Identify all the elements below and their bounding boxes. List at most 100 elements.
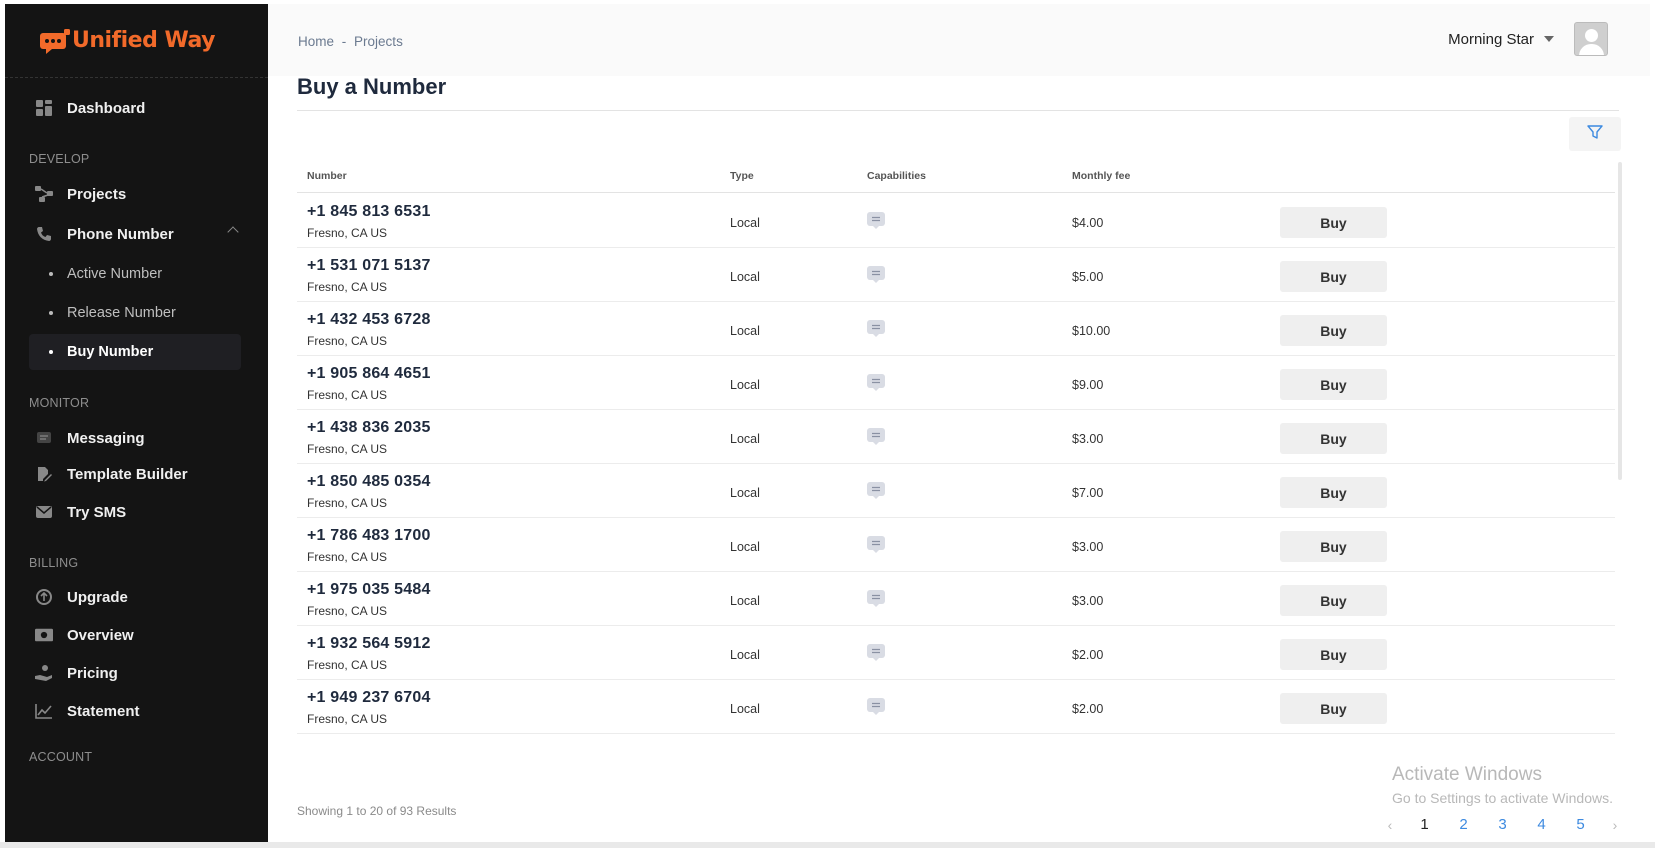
phone-location: Fresno, CA US (307, 442, 388, 456)
pagination: ‹ 12345 › (1375, 816, 1630, 833)
monthly-fee: $3.00 (1072, 432, 1104, 446)
sidebar-item-buy-number[interactable]: Buy Number (29, 334, 241, 370)
monthly-fee: $7.00 (1072, 486, 1104, 500)
phone-location: Fresno, CA US (307, 388, 388, 402)
numbers-table: Number Type Capabilities Monthly fee +1 … (297, 159, 1615, 737)
main-content: Home - Projects Morning Star Buy a Numbe… (268, 4, 1650, 842)
number-type: Local (730, 648, 760, 662)
prev-page-icon[interactable]: ‹ (1375, 817, 1405, 833)
number-type: Local (730, 216, 760, 230)
sidebar-item-pricing[interactable]: Pricing (29, 655, 241, 691)
phone-location: Fresno, CA US (307, 712, 388, 726)
monthly-fee: $2.00 (1072, 702, 1104, 716)
buy-button[interactable]: Buy (1280, 261, 1387, 292)
column-header-capabilities: Capabilities (867, 170, 926, 182)
filter-icon (1587, 124, 1603, 145)
buy-button[interactable]: Buy (1280, 531, 1387, 562)
phone-number: +1 432 453 6728 (307, 311, 431, 328)
logo[interactable]: Unified Way (5, 4, 268, 78)
sidebar-item-phone-number[interactable]: Phone Number (29, 216, 241, 252)
monthly-fee: $5.00 (1072, 270, 1104, 284)
sidebar-item-overview[interactable]: Overview (29, 617, 241, 653)
table-row: +1 932 564 5912 Fresno, CA US Local $2.00 Bu… (297, 626, 1615, 680)
filter-button[interactable] (1569, 117, 1621, 151)
sidebar-item-statement[interactable]: Statement (29, 693, 241, 729)
buy-button[interactable]: Buy (1280, 423, 1387, 454)
buy-button[interactable]: Buy (1280, 207, 1387, 238)
avatar[interactable] (1574, 22, 1608, 56)
number-type: Local (730, 378, 760, 392)
phone-number: +1 531 071 5137 (307, 257, 431, 274)
sms-capability-icon (867, 212, 885, 230)
sidebar-item-label: Buy Number (67, 344, 154, 360)
monthly-fee: $3.00 (1072, 594, 1104, 608)
page-link-4[interactable]: 4 (1522, 816, 1561, 833)
phone-number: +1 932 564 5912 (307, 635, 431, 652)
phone-location: Fresno, CA US (307, 496, 388, 510)
breadcrumb-home[interactable]: Home (298, 34, 334, 49)
file-edit-icon (35, 465, 53, 483)
table-header: Number Type Capabilities Monthly fee (297, 159, 1615, 193)
sidebar: Unified Way Dashboard DEVELOP Projects P… (5, 4, 268, 842)
number-type: Local (730, 702, 760, 716)
buy-button[interactable]: Buy (1280, 585, 1387, 616)
scrollbar[interactable] (1618, 162, 1622, 480)
sidebar-item-label: Pricing (67, 664, 118, 682)
sidebar-item-label: Upgrade (67, 588, 128, 606)
page-link-2[interactable]: 2 (1444, 816, 1483, 833)
sidebar-item-template-builder[interactable]: Template Builder (29, 456, 241, 492)
number-type: Local (730, 540, 760, 554)
buy-button[interactable]: Buy (1280, 369, 1387, 400)
monthly-fee: $2.00 (1072, 648, 1104, 662)
sidebar-item-projects[interactable]: Projects (29, 176, 241, 212)
message-icon (35, 429, 53, 447)
monthly-fee: $9.00 (1072, 378, 1104, 392)
buy-button[interactable]: Buy (1280, 315, 1387, 346)
top-bar: Home - Projects Morning Star (268, 4, 1650, 76)
activate-windows-watermark: Activate Windows Go to Settings to activ… (1392, 764, 1613, 806)
column-header-type: Type (730, 170, 754, 182)
sidebar-item-try-sms[interactable]: Try SMS (29, 494, 241, 530)
page-link-3[interactable]: 3 (1483, 816, 1522, 833)
column-header-monthly-fee: Monthly fee (1072, 170, 1131, 182)
sms-capability-icon (867, 374, 885, 392)
table-row: +1 531 071 5137 Fresno, CA US Local $5.00 Bu… (297, 248, 1615, 302)
table-row: +1 949 237 6704 Fresno, CA US Local $2.00 Bu… (297, 680, 1615, 734)
buy-button[interactable]: Buy (1280, 639, 1387, 670)
buy-button[interactable]: Buy (1280, 693, 1387, 724)
page-link-5[interactable]: 5 (1561, 816, 1600, 833)
sidebar-item-messaging[interactable]: Messaging (29, 420, 241, 456)
hand-coin-icon (35, 664, 53, 682)
number-type: Local (730, 324, 760, 338)
sidebar-item-upgrade[interactable]: Upgrade (29, 579, 241, 615)
table-row: +1 438 836 2035 Fresno, CA US Local $3.00 Bu… (297, 410, 1615, 464)
sidebar-item-label: Phone Number (67, 225, 174, 243)
section-label-account: ACCOUNT (29, 750, 93, 764)
app-window: Unified Way Dashboard DEVELOP Projects P… (0, 0, 1655, 848)
sidebar-item-label: Release Number (67, 305, 176, 321)
sidebar-item-active-number[interactable]: Active Number (29, 256, 241, 292)
sidebar-item-label: Try SMS (67, 503, 127, 521)
breadcrumb-projects[interactable]: Projects (354, 34, 403, 49)
sidebar-item-release-number[interactable]: Release Number (29, 295, 241, 331)
user-menu[interactable]: Morning Star (1448, 22, 1608, 56)
sms-capability-icon (867, 320, 885, 338)
chart-line-icon (35, 702, 53, 720)
column-header-number: Number (307, 170, 347, 182)
section-label-billing: BILLING (29, 556, 79, 570)
user-name: Morning Star (1448, 30, 1534, 48)
logo-chat-icon (38, 27, 72, 55)
sms-capability-icon (867, 590, 885, 608)
breadcrumb: Home - Projects (298, 34, 403, 49)
results-summary: Showing 1 to 20 of 93 Results (297, 804, 457, 818)
next-page-icon[interactable]: › (1600, 817, 1630, 833)
buy-button[interactable]: Buy (1280, 477, 1387, 508)
section-label-monitor: MONITOR (29, 396, 90, 410)
sidebar-item-label: Overview (67, 626, 134, 644)
bullet-icon (49, 272, 53, 276)
page-link-1[interactable]: 1 (1405, 816, 1444, 833)
phone-icon (35, 225, 53, 243)
divider (297, 110, 1619, 111)
sidebar-item-dashboard[interactable]: Dashboard (29, 90, 241, 126)
phone-location: Fresno, CA US (307, 226, 388, 240)
